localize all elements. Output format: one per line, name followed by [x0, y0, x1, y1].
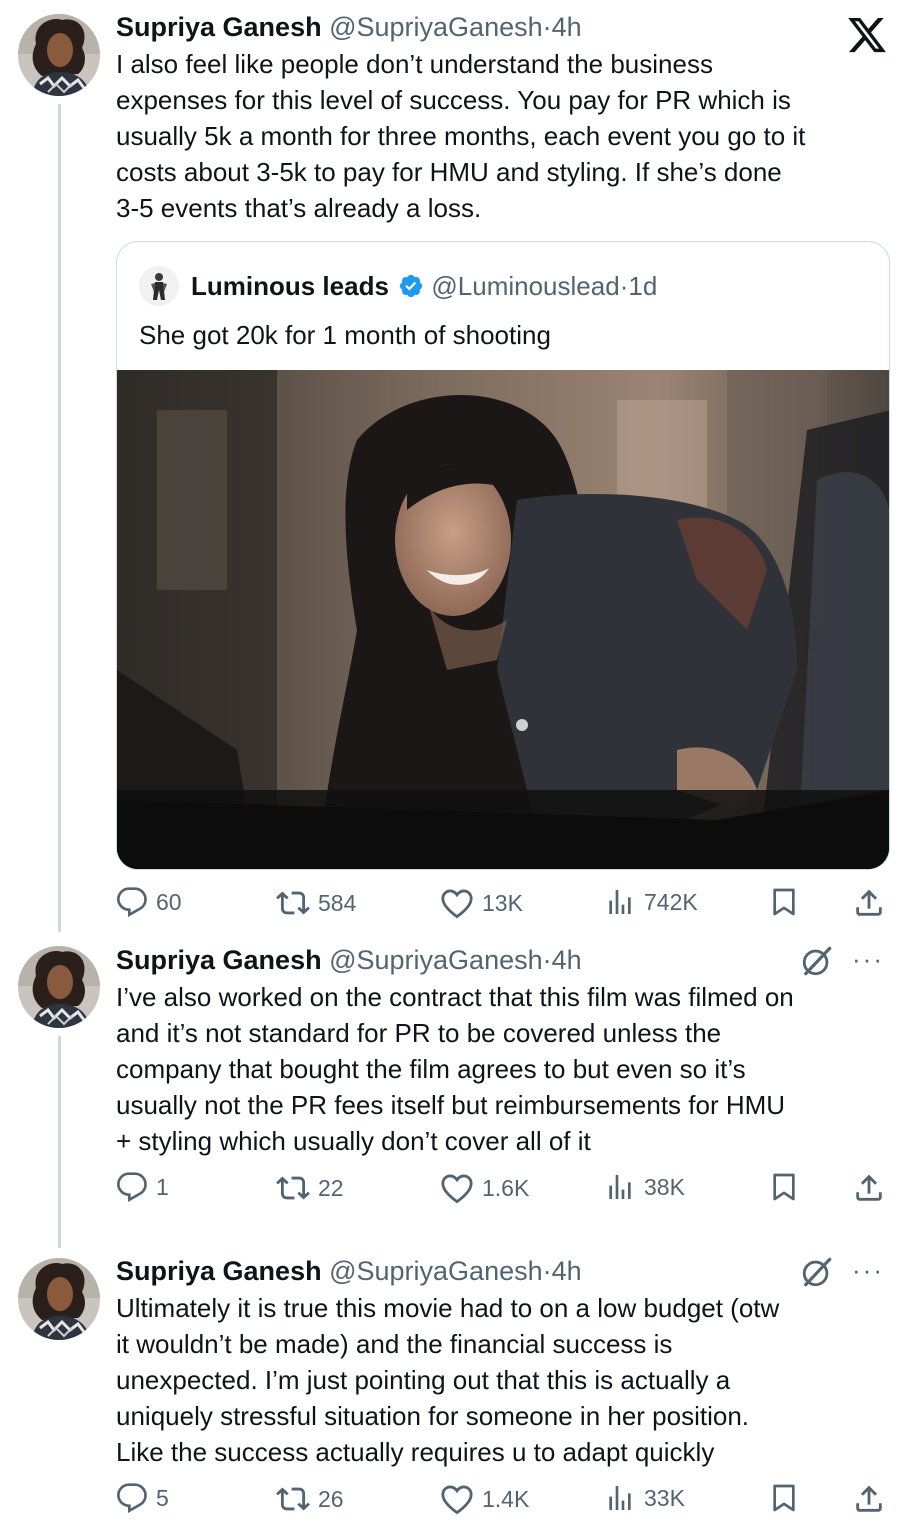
quoted-display-name[interactable]: Luminous leads: [191, 271, 389, 301]
tweet-text-line: it wouldn’t be made) and the financial s…: [116, 1329, 673, 1359]
thread-line: [58, 1036, 61, 1248]
quoted-photo[interactable]: [117, 370, 889, 869]
tweet-text-line: expenses for this level of success. You …: [116, 85, 791, 115]
reply-button[interactable]: 1: [116, 1171, 169, 1203]
like-button[interactable]: 1.4K: [440, 1482, 529, 1516]
more-icon[interactable]: ···: [852, 1255, 884, 1286]
quoted-header: Luminous leads @Luminouslead·1d: [191, 270, 657, 306]
verified-badge-icon: [398, 273, 424, 306]
display-name[interactable]: Supriya Ganesh: [116, 1256, 322, 1286]
timestamp[interactable]: 4h: [552, 1256, 582, 1286]
views-button[interactable]: 33K: [604, 1482, 685, 1514]
tweet-text-line: uniquely stressful situation for someone…: [116, 1401, 750, 1431]
quoted-timestamp[interactable]: 1d: [628, 271, 657, 301]
views-count: 742K: [644, 888, 698, 915]
like-count: 1.6K: [482, 1174, 530, 1201]
more-icon[interactable]: ···: [852, 944, 884, 975]
tweet-text-line: Ultimately it is true this movie had to …: [116, 1293, 780, 1323]
reply-count: 1: [156, 1173, 169, 1200]
views-count: 33K: [644, 1484, 685, 1511]
avatar[interactable]: [18, 1258, 100, 1340]
quoted-avatar[interactable]: [139, 266, 179, 306]
repost-button[interactable]: 584: [276, 886, 356, 920]
repost-button[interactable]: 22: [276, 1171, 344, 1205]
reply-button[interactable]: 60: [116, 886, 182, 918]
reply-count: 60: [156, 888, 182, 915]
share-button[interactable]: [852, 886, 886, 920]
quoted-tweet[interactable]: Luminous leads @Luminouslead·1d She got …: [116, 241, 890, 870]
repost-button[interactable]: 26: [276, 1482, 344, 1516]
tweet-text-line: + styling which usually don’t cover all …: [116, 1126, 591, 1156]
timestamp[interactable]: 4h: [552, 945, 582, 975]
views-count: 38K: [644, 1173, 685, 1200]
quoted-handle[interactable]: @Luminouslead: [431, 271, 619, 301]
tweet-text-line: company that bought the film agrees to b…: [116, 1054, 746, 1084]
reply-count: 5: [156, 1484, 169, 1511]
repost-count: 22: [318, 1174, 344, 1201]
display-name[interactable]: Supriya Ganesh: [116, 12, 322, 42]
tweet-actions: 1 22 1.6K 38K: [116, 1171, 886, 1211]
like-button[interactable]: 1.6K: [440, 1171, 529, 1205]
tweet-text: I’ve also worked on the contract that th…: [116, 979, 886, 1159]
tweet-text-line: 3-5 events that’s already a loss.: [116, 193, 482, 223]
handle[interactable]: @SupriyaGanesh: [329, 1256, 543, 1286]
like-count: 13K: [482, 889, 523, 916]
tweet-text-line: usually not the PR fees itself but reimb…: [116, 1090, 786, 1120]
handle[interactable]: @SupriyaGanesh: [329, 12, 543, 42]
tweet-text-line: unexpected. I’m just pointing out that t…: [116, 1365, 731, 1395]
share-button[interactable]: [852, 1171, 886, 1205]
separator: ·: [542, 12, 552, 42]
handle[interactable]: @SupriyaGanesh: [329, 945, 543, 975]
separator: ·: [542, 1256, 552, 1286]
thread-line: [58, 104, 61, 932]
share-button[interactable]: [852, 1482, 886, 1516]
bookmark-button[interactable]: [768, 1482, 800, 1514]
tweet-header: Supriya Ganesh @SupriyaGanesh·4h: [116, 944, 582, 976]
timestamp[interactable]: 4h: [552, 12, 582, 42]
tweet-header: Supriya Ganesh @SupriyaGanesh·4h: [116, 1255, 582, 1287]
repost-count: 26: [318, 1485, 344, 1512]
tweet-text-line: and it’s not standard for PR to be cover…: [116, 1018, 722, 1048]
tweet-text-line: costs about 3-5k to pay for HMU and styl…: [116, 157, 782, 187]
avatar[interactable]: [18, 946, 100, 1028]
like-button[interactable]: 13K: [440, 886, 523, 920]
tweet-actions: 5 26 1.4K 33K: [116, 1482, 886, 1522]
views-button[interactable]: 742K: [604, 886, 698, 918]
display-name[interactable]: Supriya Ganesh: [116, 945, 322, 975]
quoted-text: She got 20k for 1 month of shooting: [139, 320, 551, 350]
tweet-text: I also feel like people don’t understand…: [116, 46, 886, 226]
bookmark-button[interactable]: [768, 886, 800, 918]
tweet-text-line: I also feel like people don’t understand…: [116, 49, 713, 79]
tweet-header: Supriya Ganesh @SupriyaGanesh·4h: [116, 11, 582, 43]
tweet-text-line: I’ve also worked on the contract that th…: [116, 982, 794, 1012]
repost-count: 584: [318, 889, 357, 916]
tweet-actions: 60 584 13K 742K: [116, 886, 886, 926]
grok-icon[interactable]: [800, 944, 834, 978]
tweet-text: Ultimately it is true this movie had to …: [116, 1290, 886, 1470]
tweet-text-line: Like the success actually requires u to …: [116, 1437, 715, 1467]
like-count: 1.4K: [482, 1485, 530, 1512]
views-button[interactable]: 38K: [604, 1171, 685, 1203]
avatar[interactable]: [18, 14, 100, 96]
separator: ·: [542, 945, 552, 975]
bookmark-button[interactable]: [768, 1171, 800, 1203]
grok-icon[interactable]: [800, 1255, 834, 1289]
reply-button[interactable]: 5: [116, 1482, 169, 1514]
tweet-text-line: usually 5k a month for three months, eac…: [116, 121, 806, 151]
